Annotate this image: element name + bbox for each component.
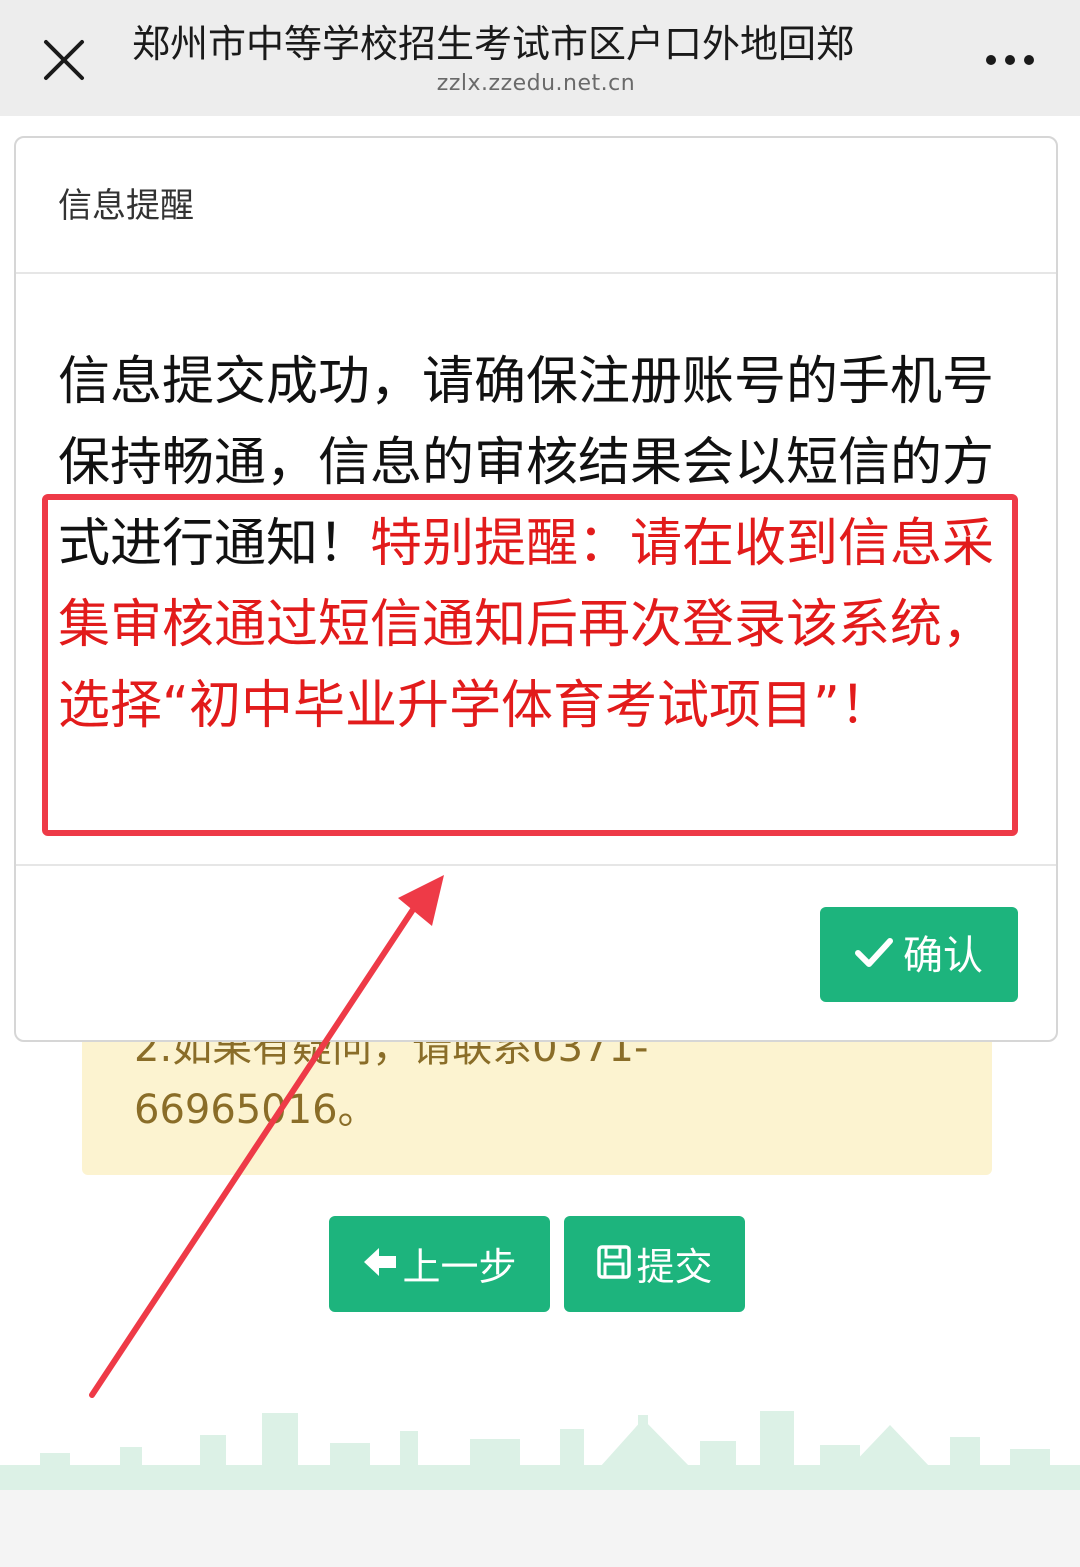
save-icon (596, 1219, 632, 1315)
confirm-button[interactable]: 确认 (820, 907, 1018, 1002)
bottom-band (0, 1490, 1080, 1567)
prev-step-label: 上一步 (402, 1244, 517, 1289)
notice-phone-line: 66965016。 (134, 1087, 378, 1133)
more-icon[interactable] (982, 48, 1038, 72)
submit-button[interactable]: 提交 (564, 1216, 745, 1312)
submit-label: 提交 (636, 1244, 713, 1289)
page-url: zzlx.zzedu.net.cn (436, 71, 636, 96)
confirm-label: 确认 (903, 932, 983, 979)
annotation-highlight-box (42, 494, 1018, 836)
modal-title: 信息提醒 (58, 186, 194, 226)
modal-divider (16, 864, 1056, 866)
screen: 郑州市中等学校招生考试市区户口外地回郑 zzlx.zzedu.net.cn 2.… (0, 0, 1080, 1567)
modal-header: 信息提醒 (16, 138, 1056, 274)
page-title: 郑州市中等学校招生考试市区户口外地回郑 (132, 22, 855, 66)
check-icon (855, 909, 893, 1004)
skyline-decoration (0, 1395, 1080, 1495)
prev-step-button[interactable]: 上一步 (329, 1216, 550, 1312)
arrow-left-icon (362, 1219, 398, 1315)
top-bar: 郑州市中等学校招生考试市区户口外地回郑 zzlx.zzedu.net.cn (0, 0, 1080, 116)
